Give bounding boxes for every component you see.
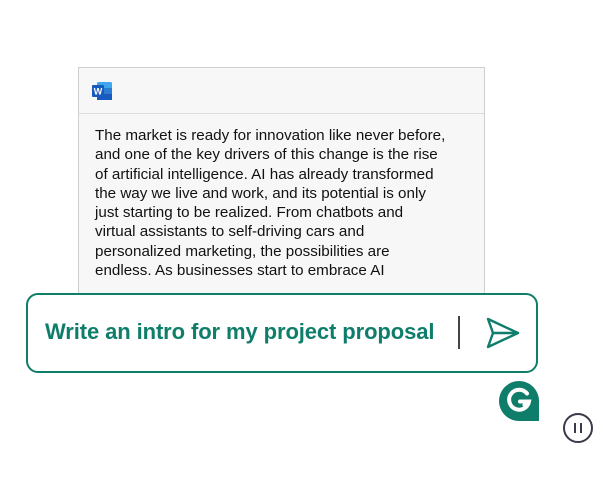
grammarly-logo xyxy=(499,381,539,421)
word-icon-letter: W xyxy=(94,87,103,97)
send-icon[interactable] xyxy=(484,315,522,351)
document-line: The market is ready for innovation like … xyxy=(95,127,446,144)
document-text: The market is ready for innovation like … xyxy=(95,126,475,280)
pause-icon xyxy=(580,423,582,433)
pause-icon xyxy=(574,423,576,433)
document-preview: W The market is ready for innovation lik… xyxy=(78,67,485,307)
document-line: just starting to be realized. From chatb… xyxy=(95,204,404,222)
microsoft-word-icon: W xyxy=(92,82,112,100)
text-cursor xyxy=(458,316,460,349)
document-line: and one of the key drivers of this chang… xyxy=(95,146,438,164)
document-line: virtual assistants to self-driving cars … xyxy=(95,223,365,241)
pause-button[interactable] xyxy=(563,413,593,443)
document-header: W xyxy=(79,68,484,114)
document-line: of artificial intelligence. AI has alrea… xyxy=(95,165,434,183)
prompt-text[interactable]: Write an intro for my project proposal xyxy=(45,319,435,345)
document-line: personalized marketing, the possibilitie… xyxy=(95,242,390,260)
document-line: endless. As businesses start to embrace … xyxy=(95,262,385,280)
prompt-input[interactable]: Write an intro for my project proposal xyxy=(26,293,538,373)
document-line: the way we live and work, and its potent… xyxy=(95,184,426,202)
